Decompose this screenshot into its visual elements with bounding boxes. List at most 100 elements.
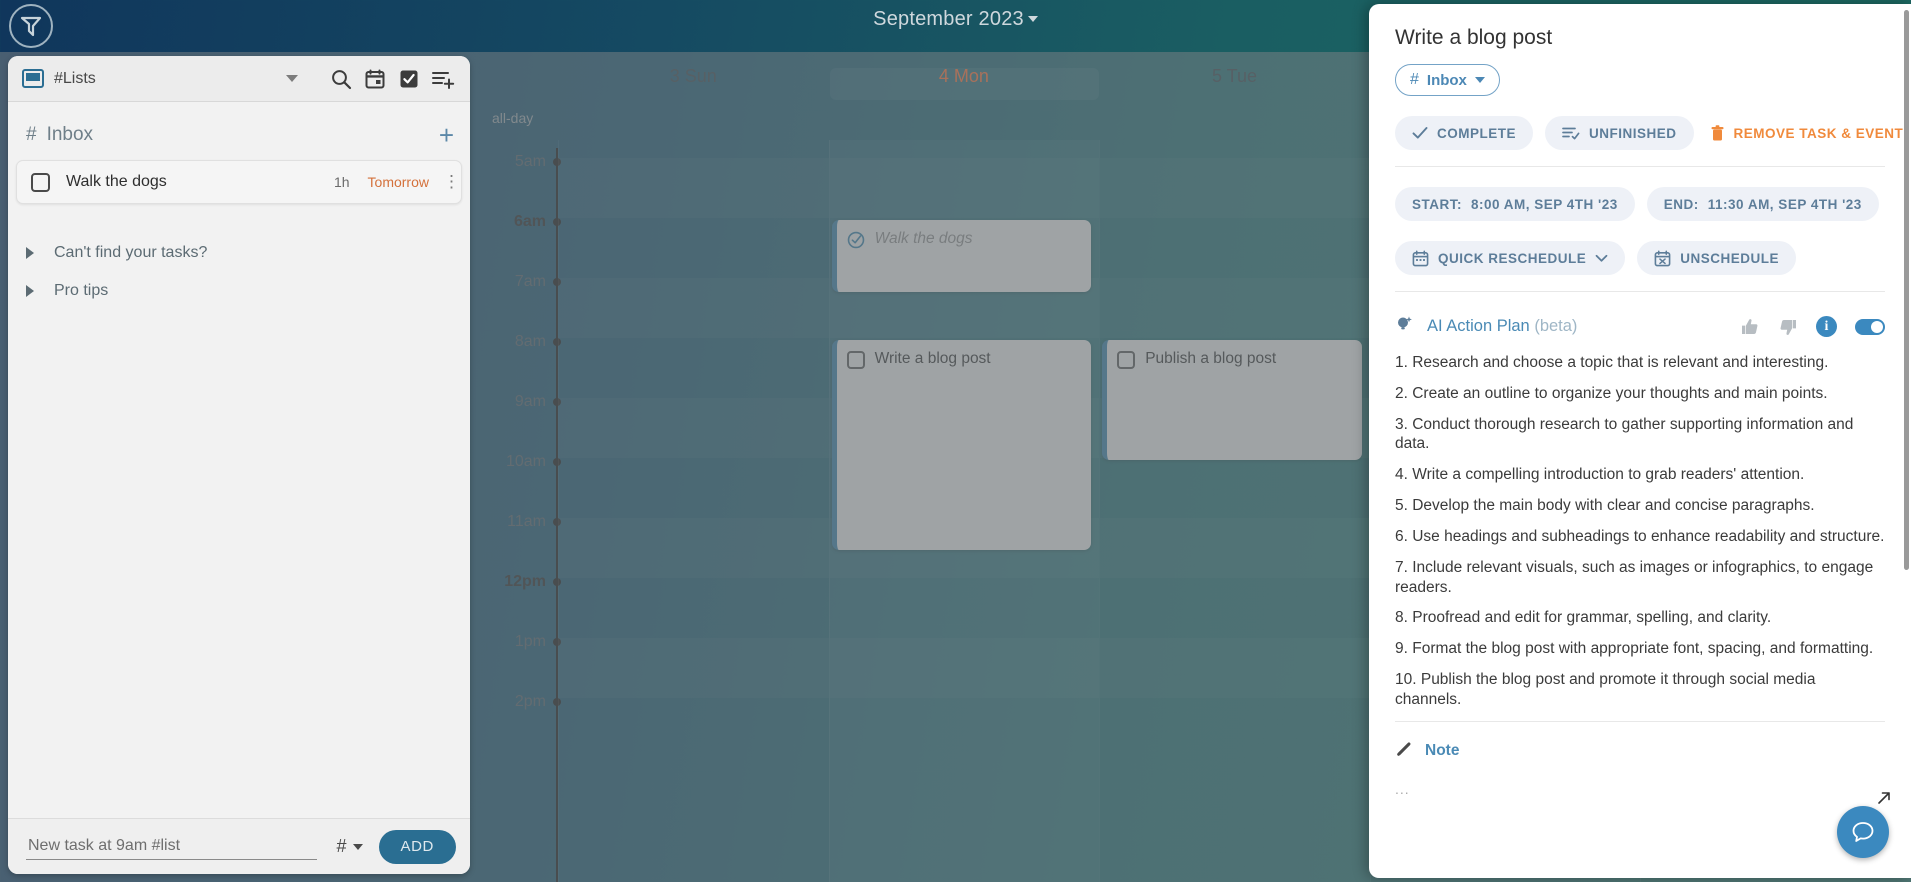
chat-bubble-icon[interactable] xyxy=(1837,806,1889,858)
day-header-2[interactable]: 5 Tue xyxy=(1099,52,1370,100)
thumbs-up-icon[interactable] xyxy=(1740,317,1760,337)
ai-step: 6. Use headings and subheadings to enhan… xyxy=(1395,527,1885,545)
complete-button-label: COMPLETE xyxy=(1437,125,1517,141)
ai-step: 10. Publish the blog post and promote it… xyxy=(1395,671,1816,708)
hour-label-6am: 6am xyxy=(513,213,546,230)
checkbox-empty-icon[interactable] xyxy=(1117,351,1136,369)
checkbox-checked-icon[interactable] xyxy=(396,66,422,92)
calendar-icon[interactable] xyxy=(362,66,388,92)
task-title: Walk the dogs xyxy=(66,173,167,190)
collapsible-cant-find-tasks[interactable]: Can't find your tasks? xyxy=(8,234,470,272)
all-day-slot[interactable] xyxy=(829,68,1100,100)
collapsible-label: Pro tips xyxy=(54,282,109,299)
caret-down-icon[interactable] xyxy=(286,75,298,82)
new-task-input[interactable] xyxy=(26,833,317,860)
hour-label-10am: 10am xyxy=(505,453,546,470)
idea-bulb-icon xyxy=(1395,314,1415,339)
note-section[interactable]: Note xyxy=(1395,740,1885,763)
hour-label-7am: 7am xyxy=(514,273,546,290)
day-header-0[interactable]: 3 Sun xyxy=(558,52,829,100)
search-icon[interactable] xyxy=(328,66,354,92)
task-section-header-inbox[interactable]: # Inbox + xyxy=(8,102,470,154)
month-title-label: September 2023 xyxy=(873,8,1024,30)
chevron-right-icon xyxy=(26,285,34,297)
remove-task-event-button[interactable]: REMOVE TASK & EVENT xyxy=(1706,116,1911,150)
hash-label[interactable]: # xyxy=(337,836,347,857)
calendar-event-walk-the-dogs[interactable]: Walk the dogs xyxy=(831,220,1092,292)
more-vertical-icon[interactable]: ⋮ xyxy=(443,173,460,190)
hour-label-12pm: 12pm xyxy=(504,573,546,590)
ai-step: 5. Develop the main body with clear and … xyxy=(1395,497,1815,515)
info-icon[interactable]: i xyxy=(1816,316,1837,337)
chevron-down-icon xyxy=(1595,254,1608,263)
checkbox-empty-icon[interactable] xyxy=(31,172,50,192)
pencil-icon xyxy=(1395,740,1413,763)
toggle-on-icon[interactable] xyxy=(1855,318,1885,335)
day-column-1[interactable]: Walk the dogs Write a blog post xyxy=(828,68,1100,882)
calendar-event-title: Write a blog post xyxy=(874,350,991,367)
day-column-0[interactable] xyxy=(558,140,829,882)
chevron-right-icon xyxy=(26,247,34,259)
thumbs-down-icon[interactable] xyxy=(1778,317,1798,337)
hour-band xyxy=(830,158,1100,218)
hour-band xyxy=(559,158,829,218)
hour-band xyxy=(559,638,829,698)
plus-icon[interactable]: + xyxy=(439,122,454,148)
calendar-icon xyxy=(1412,250,1429,267)
start-value: 8:00 AM, SEP 4TH '23 xyxy=(1471,196,1618,212)
tasks-panel-header: #Lists xyxy=(8,56,470,102)
ai-action-plan-header: AI Action Plan (beta) i xyxy=(1395,314,1885,339)
unfinished-button-label: UNFINISHED xyxy=(1589,125,1677,141)
unfinished-button[interactable]: UNFINISHED xyxy=(1545,116,1694,150)
collapsible-pro-tips[interactable]: Pro tips xyxy=(8,272,470,310)
trash-icon xyxy=(1710,124,1725,142)
note-label: Note xyxy=(1425,742,1460,760)
calendar-event-write-a-blog-post[interactable]: Write a blog post xyxy=(831,340,1092,550)
task-list-item[interactable]: Walk the dogs 1h Tomorrow ⋮ xyxy=(16,160,462,204)
hour-band xyxy=(559,398,829,458)
calendar-x-icon xyxy=(1654,250,1671,267)
add-task-button[interactable]: ADD xyxy=(378,829,456,864)
day-column-2[interactable]: Publish a blog post xyxy=(1099,140,1370,882)
note-placeholder[interactable]: ... xyxy=(1395,781,1885,797)
task-list-chip[interactable]: # Inbox xyxy=(1395,64,1500,96)
task-section-title: Inbox xyxy=(46,124,94,145)
lists-selector-label[interactable]: #Lists xyxy=(54,70,286,88)
unschedule-button[interactable]: UNSCHEDULE xyxy=(1637,241,1797,275)
task-list-chip-label: Inbox xyxy=(1426,71,1467,89)
caret-down-icon xyxy=(1474,77,1485,83)
caret-down-icon[interactable] xyxy=(352,843,363,850)
ai-step: 2. Create an outline to organize your th… xyxy=(1395,384,1828,402)
task-schedule-row: START: 8:00 AM, SEP 4TH '23 END: 11:30 A… xyxy=(1395,187,1885,221)
hour-label-1pm: 1pm xyxy=(514,633,546,650)
list-add-icon[interactable] xyxy=(430,66,456,92)
checkbox-empty-icon[interactable] xyxy=(846,351,865,369)
drawer-scrollbar[interactable] xyxy=(1904,10,1909,570)
end-label: END: xyxy=(1663,196,1699,212)
task-detail-drawer: Write a blog post # Inbox COMPLETE UNFIN… xyxy=(1369,4,1911,878)
ai-step: 3. Conduct thorough research to gather s… xyxy=(1395,415,1854,453)
ai-step: 4. Write a compelling introduction to gr… xyxy=(1395,466,1805,484)
start-time-button[interactable]: START: 8:00 AM, SEP 4TH '23 xyxy=(1395,187,1635,221)
expand-arrow-icon[interactable] xyxy=(1877,791,1891,808)
drawer-divider-3 xyxy=(1395,720,1885,722)
end-value: 11:30 AM, SEP 4TH '23 xyxy=(1707,196,1862,212)
calendar-gutter-spacer xyxy=(470,52,558,100)
calendar-event-title: Publish a blog post xyxy=(1145,350,1277,367)
end-time-button[interactable]: END: 11:30 AM, SEP 4TH '23 xyxy=(1646,187,1879,221)
task-detail-title[interactable]: Write a blog post xyxy=(1395,26,1885,50)
hash-icon: # xyxy=(26,124,37,145)
drawer-divider-2 xyxy=(1395,291,1885,292)
hour-label-8am: 8am xyxy=(514,333,546,350)
drawer-divider xyxy=(1395,166,1885,167)
ai-beta-badge: (beta) xyxy=(1534,317,1578,335)
hash-icon: # xyxy=(1410,71,1419,88)
inbox-icon[interactable] xyxy=(22,69,44,88)
calendar-event-publish-a-blog-post[interactable]: Publish a blog post xyxy=(1102,340,1362,460)
check-circle-icon[interactable] xyxy=(847,231,865,249)
quick-reschedule-button[interactable]: QUICK RESCHEDULE xyxy=(1395,241,1626,275)
hour-band xyxy=(1100,638,1370,698)
complete-button[interactable]: COMPLETE xyxy=(1395,116,1534,150)
calendar-event-title: Walk the dogs xyxy=(874,230,973,247)
unfinished-list-icon xyxy=(1562,126,1580,140)
